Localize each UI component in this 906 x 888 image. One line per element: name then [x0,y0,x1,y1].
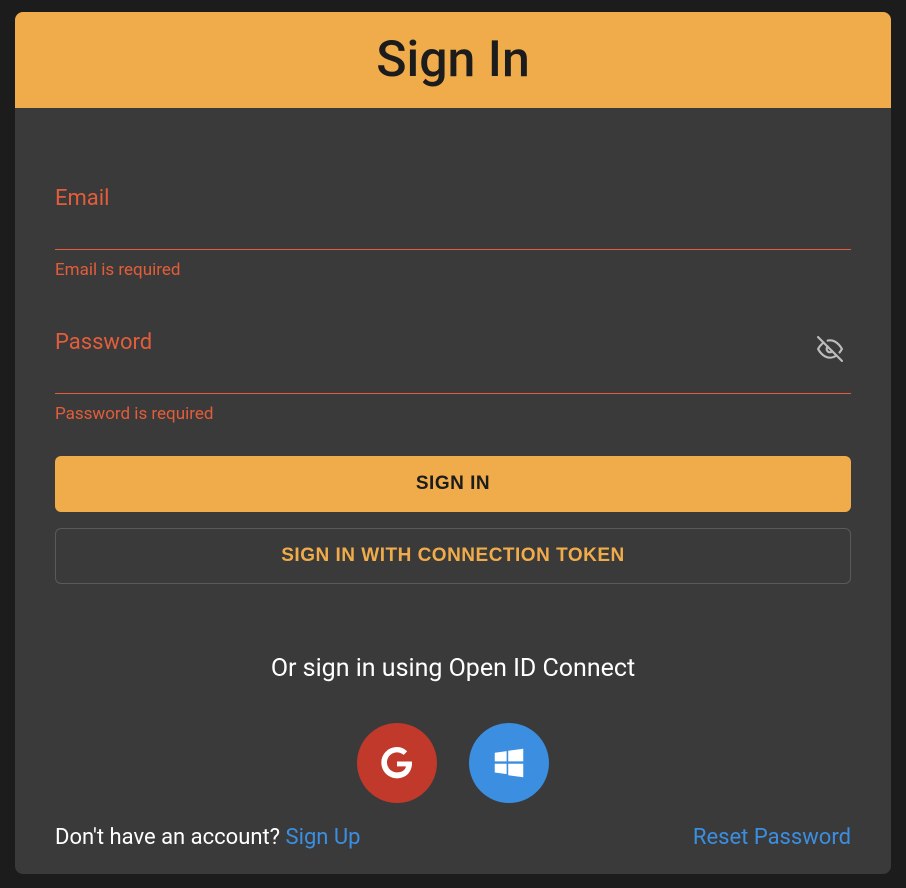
signin-button[interactable]: SIGN IN [55,456,851,512]
email-label: Email [55,186,851,211]
card-body: Email Email is required Password Passwor… [15,108,891,803]
oidc-microsoft-button[interactable] [469,723,549,803]
signup-prompt-text: Don't have an account? [55,825,286,850]
oidc-google-button[interactable] [357,723,437,803]
password-field-group: Password Password is required [55,330,851,424]
email-field-group: Email Email is required [55,186,851,280]
reset-password-link[interactable]: Reset Password [693,825,851,850]
eye-off-icon [817,336,843,362]
email-error: Email is required [55,260,851,280]
signin-card: Sign In Email Email is required Password… [15,12,891,874]
page-title: Sign In [376,31,530,89]
signin-token-button[interactable]: SIGN IN WITH CONNECTION TOKEN [55,528,851,584]
oidc-heading: Or sign in using Open ID Connect [55,654,851,683]
card-header: Sign In [15,12,891,108]
email-input[interactable] [55,219,851,250]
password-label: Password [55,330,851,355]
signup-prompt-wrap: Don't have an account? Sign Up [55,825,361,850]
password-input[interactable] [55,363,851,394]
windows-icon [490,744,528,782]
google-icon [377,743,417,783]
toggle-password-visibility-button[interactable] [815,334,845,364]
password-error: Password is required [55,404,851,424]
oidc-providers [55,723,851,803]
card-footer: Don't have an account? Sign Up Reset Pas… [55,825,851,850]
signup-link[interactable]: Sign Up [286,825,361,850]
